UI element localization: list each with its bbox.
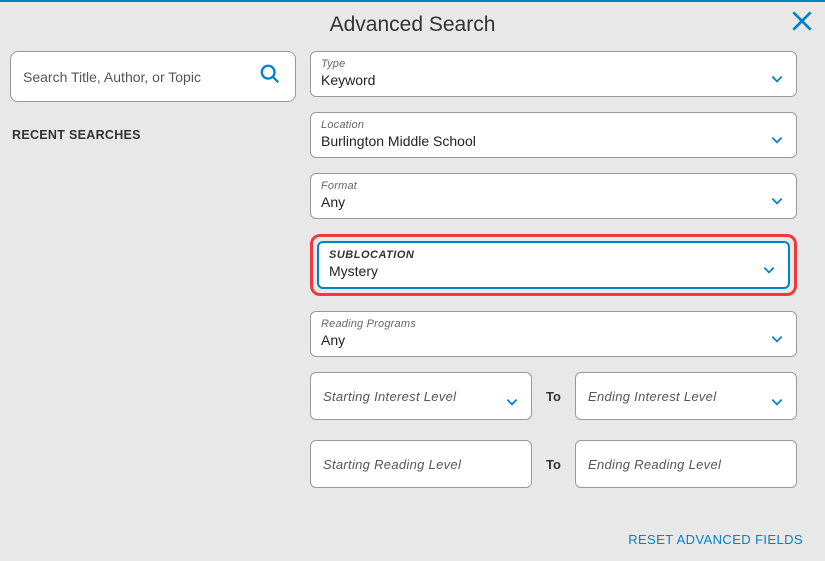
starting-reading-level-select[interactable]: Starting Reading Level <box>310 440 532 488</box>
chevron-down-icon <box>770 194 784 208</box>
close-icon <box>789 21 815 38</box>
chevron-down-icon <box>770 332 784 346</box>
search-box[interactable] <box>10 51 296 102</box>
starting-reading-level-placeholder: Starting Reading Level <box>323 457 461 472</box>
ending-reading-level-select[interactable]: Ending Reading Level <box>575 440 797 488</box>
format-value: Any <box>321 194 784 210</box>
chevron-down-icon <box>770 133 784 147</box>
search-icon <box>259 63 281 90</box>
type-label: Type <box>321 58 784 70</box>
ending-interest-level-select[interactable]: Ending Interest Level <box>575 372 797 420</box>
starting-interest-level-select[interactable]: Starting Interest Level <box>310 372 532 420</box>
sublocation-label: SUBLOCATION <box>329 249 776 261</box>
type-select[interactable]: Type Keyword <box>310 51 797 97</box>
sublocation-value: Mystery <box>329 263 776 279</box>
recent-searches-label: RECENT SEARCHES <box>12 128 296 142</box>
reading-programs-label: Reading Programs <box>321 318 784 330</box>
chevron-down-icon <box>770 72 784 86</box>
sublocation-select[interactable]: SUBLOCATION Mystery <box>317 241 790 289</box>
page-title: Advanced Search <box>0 2 825 37</box>
ending-reading-level-placeholder: Ending Reading Level <box>588 457 721 472</box>
chevron-down-icon <box>762 263 776 277</box>
format-select[interactable]: Format Any <box>310 173 797 219</box>
location-value: Burlington Middle School <box>321 133 784 149</box>
location-label: Location <box>321 119 784 131</box>
starting-interest-level-placeholder: Starting Interest Level <box>323 389 456 404</box>
reading-to-label: To <box>546 457 561 472</box>
chevron-down-icon <box>505 395 519 409</box>
reading-programs-select[interactable]: Reading Programs Any <box>310 311 797 357</box>
interest-to-label: To <box>546 389 561 404</box>
reading-programs-value: Any <box>321 332 784 348</box>
type-value: Keyword <box>321 72 784 88</box>
chevron-down-icon <box>770 395 784 409</box>
location-select[interactable]: Location Burlington Middle School <box>310 112 797 158</box>
close-button[interactable] <box>789 8 815 34</box>
format-label: Format <box>321 180 784 192</box>
search-input[interactable] <box>23 69 259 85</box>
sublocation-highlight: SUBLOCATION Mystery <box>310 234 797 296</box>
ending-interest-level-placeholder: Ending Interest Level <box>588 389 716 404</box>
reset-advanced-fields-link[interactable]: RESET ADVANCED FIELDS <box>628 532 803 547</box>
